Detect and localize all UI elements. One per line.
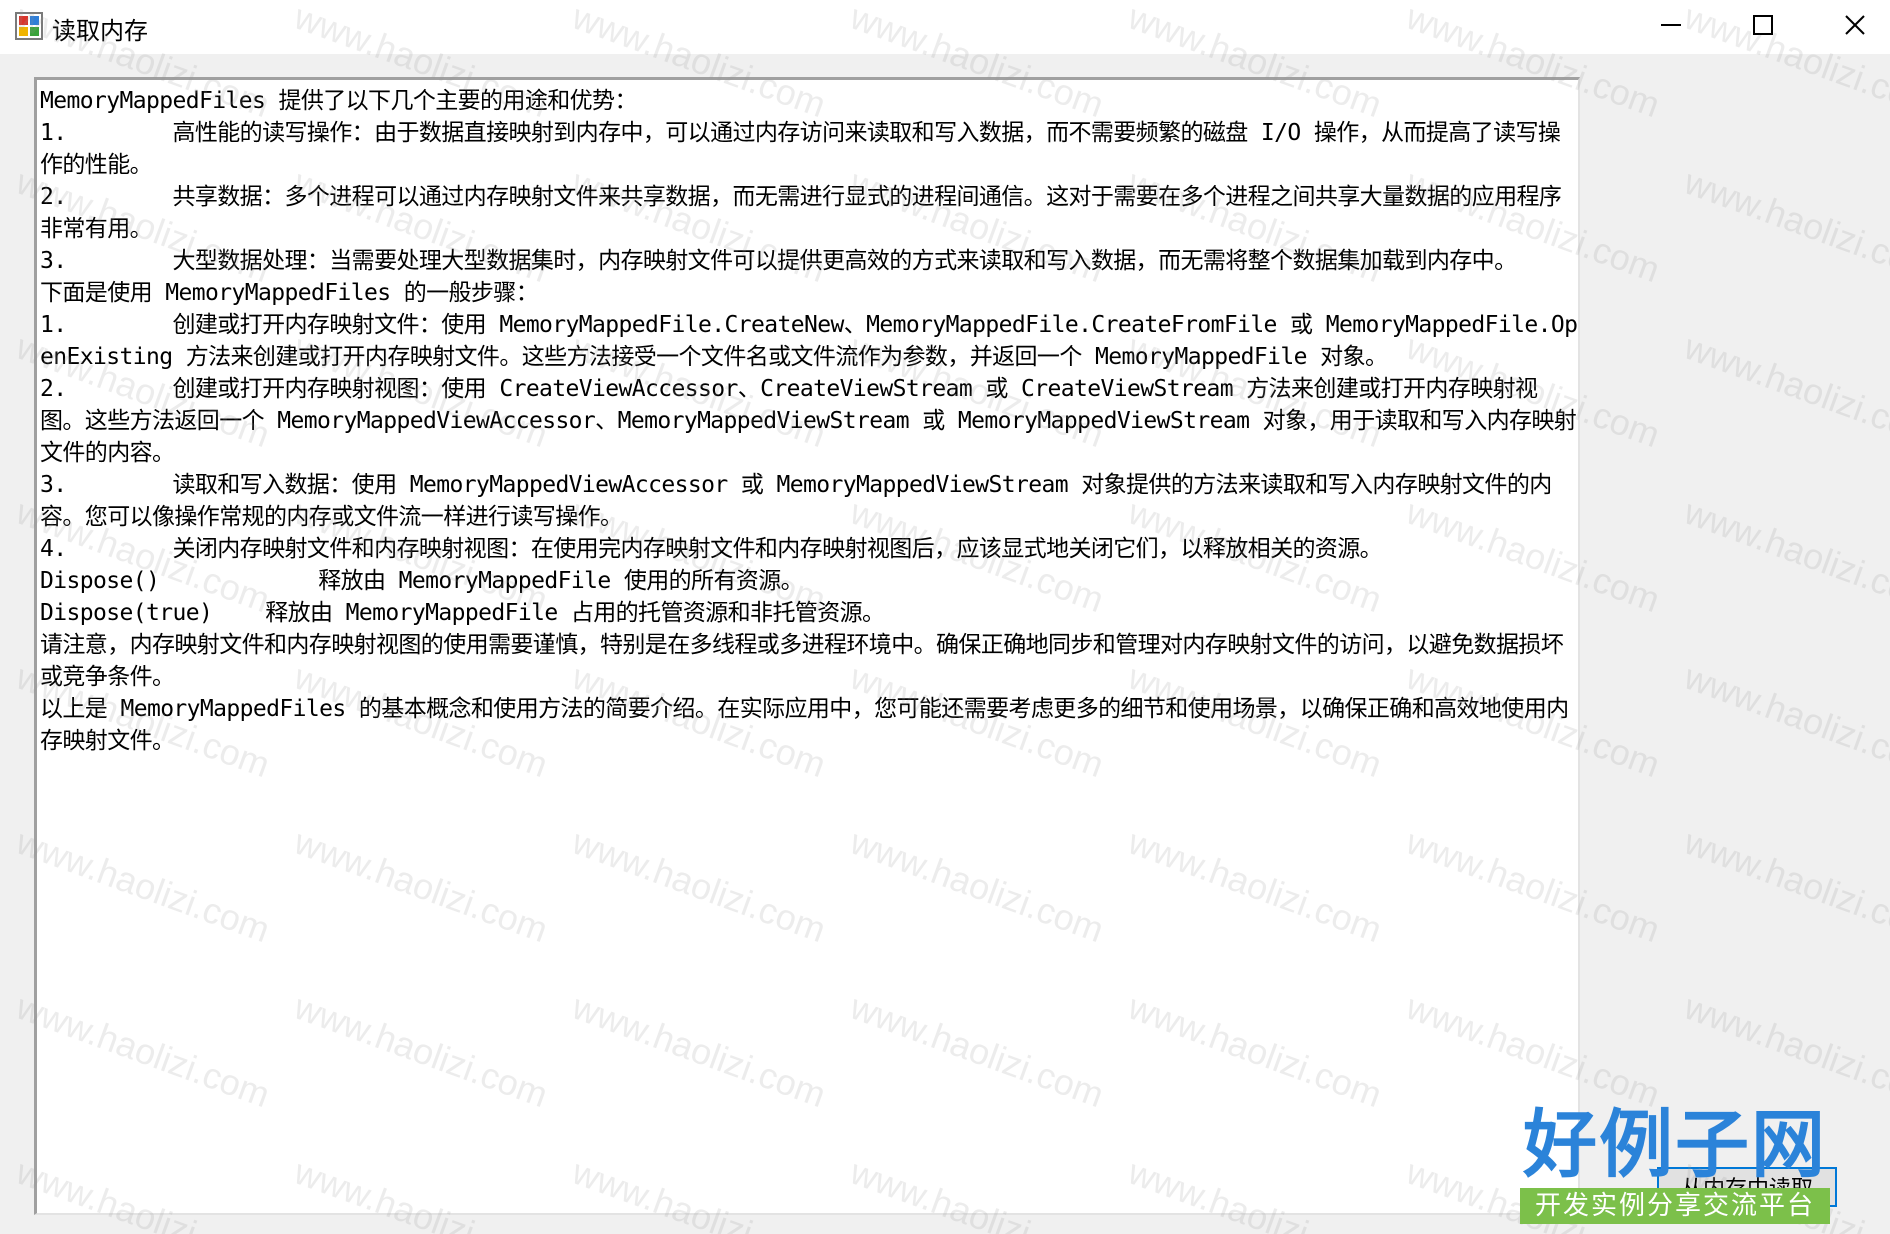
title-bar: 读取内存 [0,0,1890,54]
watermark-text: www.haolizi.com [1679,490,1890,621]
window-title: 读取内存 [52,17,148,45]
minimize-icon [1661,24,1681,26]
watermark-text: www.haolizi.com [1679,655,1890,786]
watermark-text: www.haolizi.com [1679,985,1890,1116]
watermark-text: www.haolizi.com [1679,820,1890,951]
brand-tagline: 开发实例分享交流平台 [1520,1188,1830,1224]
memory-content-textbox[interactable]: MemoryMappedFiles 提供了以下几个主要的用途和优势： 1. 高性… [34,77,1580,1215]
close-button[interactable] [1809,0,1890,50]
maximize-button[interactable] [1717,0,1809,50]
watermark-text: www.haolizi.com [1679,160,1890,291]
app-icon [15,12,43,40]
brand-logo: 好例子网 开发实例分享交流平台 [1520,1102,1830,1226]
maximize-icon [1753,15,1773,35]
close-icon [1845,15,1865,35]
memory-content-text: MemoryMappedFiles 提供了以下几个主要的用途和优势： 1. 高性… [40,88,1578,754]
watermark-text: www.haolizi.com [1679,325,1890,456]
minimize-button[interactable] [1625,0,1717,50]
brand-name: 好例子网 [1523,1102,1827,1188]
